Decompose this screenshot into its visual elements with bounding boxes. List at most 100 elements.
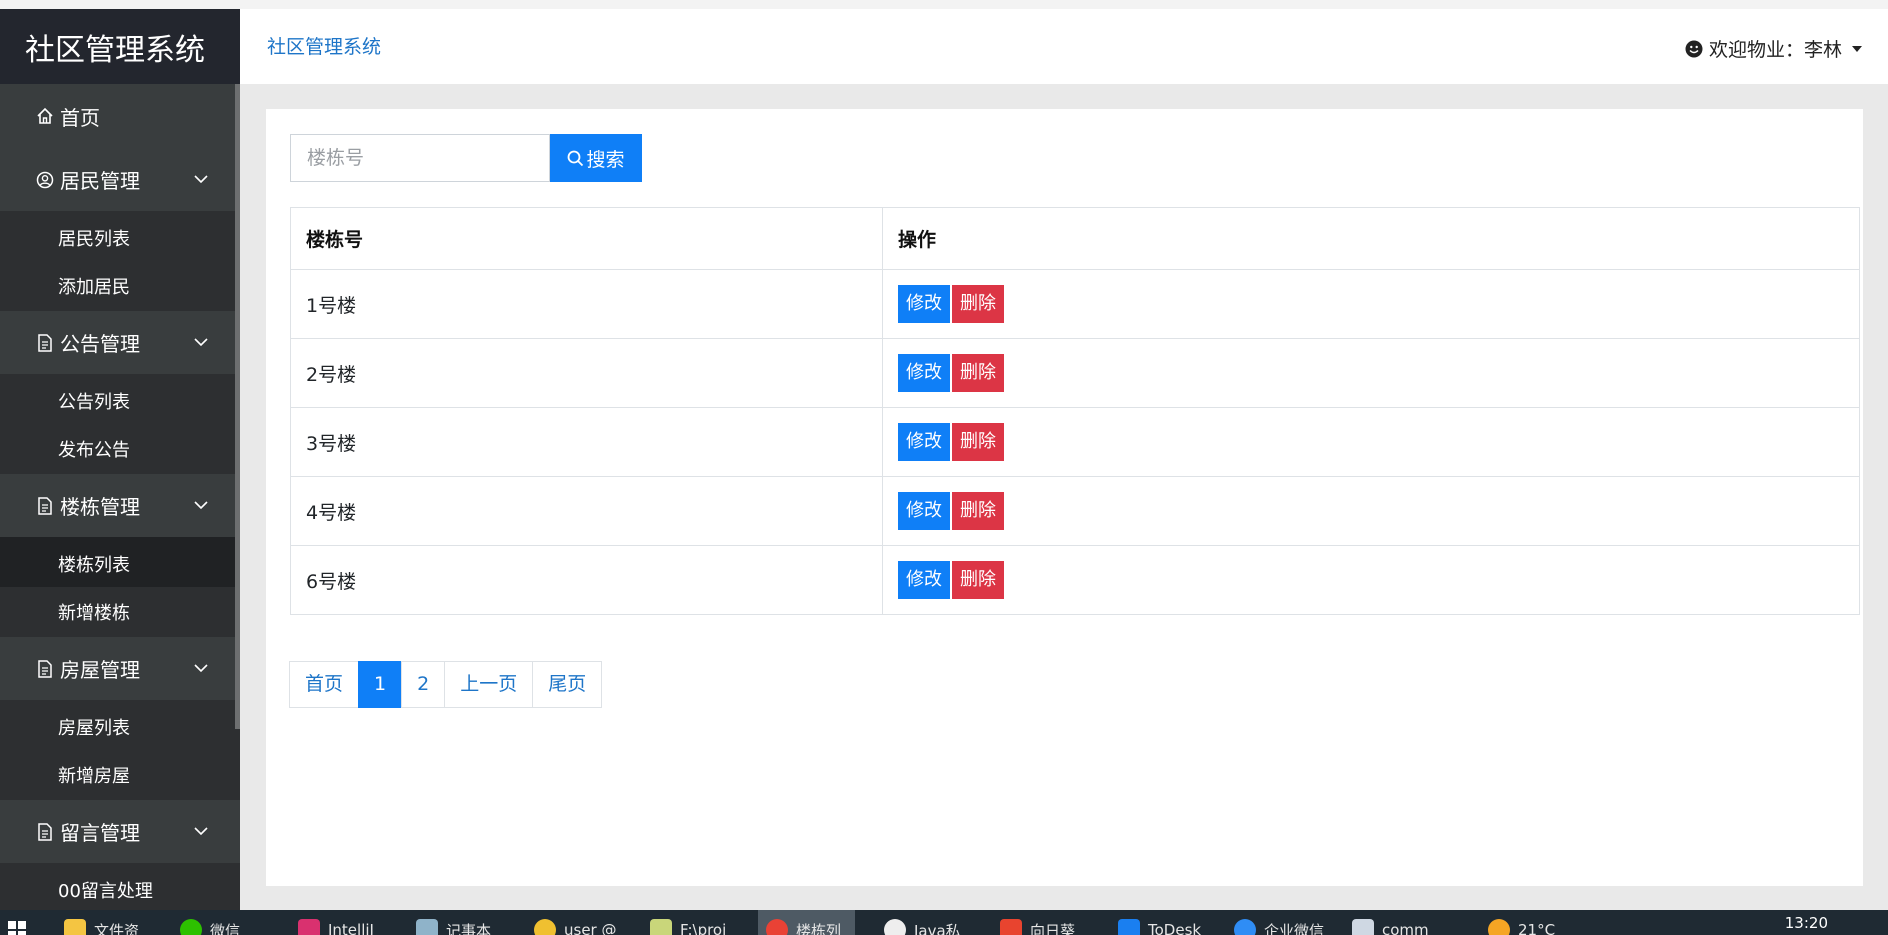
- table-row: 2号楼 修改 删除: [290, 338, 1860, 408]
- edit-button[interactable]: 修改: [898, 285, 950, 323]
- taskbar-app[interactable]: 向日葵: [1000, 919, 1075, 935]
- sidebar-submenu: 楼栋列表 新增楼栋: [0, 537, 240, 637]
- sidebar-group-label: 房屋管理: [60, 658, 140, 682]
- sidebar-item-notice-list[interactable]: 公告列表: [0, 374, 240, 424]
- delete-button[interactable]: 删除: [952, 561, 1004, 599]
- sidebar-group-houses[interactable]: 房屋管理: [0, 637, 240, 700]
- table-row: 6号楼 修改 删除: [290, 545, 1860, 615]
- sidebar-group-messages[interactable]: 留言管理: [0, 800, 240, 863]
- sidebar-submenu: 房屋列表 新增房屋: [0, 700, 240, 800]
- table-row: 4号楼 修改 删除: [290, 476, 1860, 546]
- search-input[interactable]: [290, 134, 550, 182]
- sidebar-submenu: 公告列表 发布公告: [0, 374, 240, 474]
- taskbar-app[interactable]: IntelliJ: [298, 919, 374, 935]
- sidebar-item-label: 首页: [60, 105, 100, 130]
- sidebar-group-label: 公告管理: [60, 332, 140, 356]
- page-1[interactable]: 1: [358, 661, 403, 708]
- delete-button[interactable]: 删除: [952, 492, 1004, 530]
- building-cell: 1号楼: [290, 269, 883, 339]
- sidebar-item-resident-list[interactable]: 居民列表: [0, 211, 240, 261]
- chevron-down-icon: [194, 664, 208, 673]
- sidebar-item-add-building[interactable]: 新增楼栋: [0, 587, 240, 637]
- edit-button[interactable]: 修改: [898, 354, 950, 392]
- actions-cell: 修改 删除: [882, 269, 1860, 339]
- user-greeting: 欢迎物业：李林: [1708, 39, 1842, 61]
- document-icon: [34, 332, 56, 354]
- actions-cell: 修改 删除: [882, 338, 1860, 408]
- sidebar-item-home[interactable]: 首页: [0, 84, 240, 148]
- taskbar-app[interactable]: 企业微信: [1234, 919, 1324, 935]
- actions-cell: 修改 删除: [882, 476, 1860, 546]
- page-first[interactable]: 首页: [289, 661, 360, 708]
- actions-cell: 修改 删除: [882, 407, 1860, 477]
- search-button[interactable]: 搜索: [550, 134, 642, 182]
- sidebar-submenu: 00留言处理: [0, 863, 240, 910]
- app-title: 社区管理系统: [0, 0, 240, 84]
- windows-icon: [8, 921, 26, 935]
- taskbar-app[interactable]: ToDesk: [1118, 919, 1201, 935]
- sidebar-item-add-resident[interactable]: 添加居民: [0, 261, 240, 311]
- file-icon: [1352, 919, 1374, 935]
- editor-icon: [650, 919, 672, 935]
- taskbar-app-active[interactable]: 楼栋列: [758, 910, 856, 935]
- document-icon: [34, 495, 56, 517]
- smiley-icon: [1685, 40, 1703, 57]
- sidebar-item-publish-notice[interactable]: 发布公告: [0, 424, 240, 474]
- taskbar-app[interactable]: 微信: [180, 919, 240, 935]
- sidebar-group-buildings[interactable]: 楼栋管理: [0, 474, 240, 537]
- page-2[interactable]: 2: [401, 661, 446, 708]
- edit-button[interactable]: 修改: [898, 423, 950, 461]
- top-header: 社区管理系统 欢迎物业：李林: [240, 0, 1888, 84]
- chevron-down-icon: [194, 175, 208, 184]
- taskbar-clock[interactable]: 13:20: [1785, 914, 1828, 932]
- actions-cell: 修改 删除: [882, 545, 1860, 615]
- taskbar-app[interactable]: 文件资: [64, 919, 139, 935]
- sidebar-item-message-handling[interactable]: 00留言处理: [0, 863, 240, 910]
- chevron-down-icon: [194, 501, 208, 510]
- sunlogin-icon: [1000, 919, 1022, 935]
- sidebar-item-add-house[interactable]: 新增房屋: [0, 750, 240, 800]
- table-row: 1号楼 修改 删除: [290, 269, 1860, 339]
- caret-down-icon: [1852, 45, 1862, 52]
- document-icon: [34, 821, 56, 843]
- taskbar-app[interactable]: F:\proj: [650, 919, 726, 935]
- delete-button[interactable]: 删除: [952, 354, 1004, 392]
- sidebar-group-residents[interactable]: 居民管理: [0, 148, 240, 211]
- building-cell: 2号楼: [290, 338, 883, 408]
- sidebar-group-label: 居民管理: [60, 169, 140, 193]
- user-menu[interactable]: 欢迎物业：李林: [1685, 35, 1862, 62]
- column-header-building: 楼栋号: [290, 207, 883, 270]
- pagination: 首页 1 2 上一页 尾页: [289, 661, 603, 708]
- taskbar-app[interactable]: comm: [1352, 919, 1429, 935]
- page-prev[interactable]: 上一页: [444, 661, 534, 708]
- table-header-row: 楼栋号 操作: [290, 207, 1860, 270]
- chrome-icon: [766, 919, 788, 935]
- document-icon: [34, 658, 56, 680]
- user-circle-icon: [34, 169, 56, 191]
- taskbar-app[interactable]: user @: [534, 919, 617, 935]
- search-bar: 搜索: [290, 134, 642, 182]
- delete-button[interactable]: 删除: [952, 285, 1004, 323]
- sidebar-group-notices[interactable]: 公告管理: [0, 311, 240, 374]
- weather-widget[interactable]: 21°C: [1488, 919, 1555, 935]
- table-row: 3号楼 修改 删除: [290, 407, 1860, 477]
- os-taskbar: 文件资 微信 IntelliJ 记事本 user @ F:\proj 楼栋列 J…: [0, 910, 1888, 935]
- folder-icon: [64, 919, 86, 935]
- breadcrumb[interactable]: 社区管理系统: [267, 32, 381, 59]
- sidebar-submenu: 居民列表 添加居民: [0, 211, 240, 311]
- database-icon: [534, 919, 556, 935]
- edit-button[interactable]: 修改: [898, 561, 950, 599]
- chevron-down-icon: [194, 338, 208, 347]
- edit-button[interactable]: 修改: [898, 492, 950, 530]
- delete-button[interactable]: 删除: [952, 423, 1004, 461]
- building-cell: 3号楼: [290, 407, 883, 477]
- page-last[interactable]: 尾页: [532, 661, 603, 708]
- sidebar-item-house-list[interactable]: 房屋列表: [0, 700, 240, 750]
- taskbar-app[interactable]: Java私: [884, 919, 961, 935]
- sidebar-group-label: 留言管理: [60, 821, 140, 845]
- intellij-icon: [298, 919, 320, 935]
- start-button[interactable]: [8, 920, 26, 935]
- weather-icon: [1488, 919, 1510, 935]
- sidebar-item-building-list[interactable]: 楼栋列表: [0, 537, 240, 587]
- taskbar-app[interactable]: 记事本: [416, 919, 491, 935]
